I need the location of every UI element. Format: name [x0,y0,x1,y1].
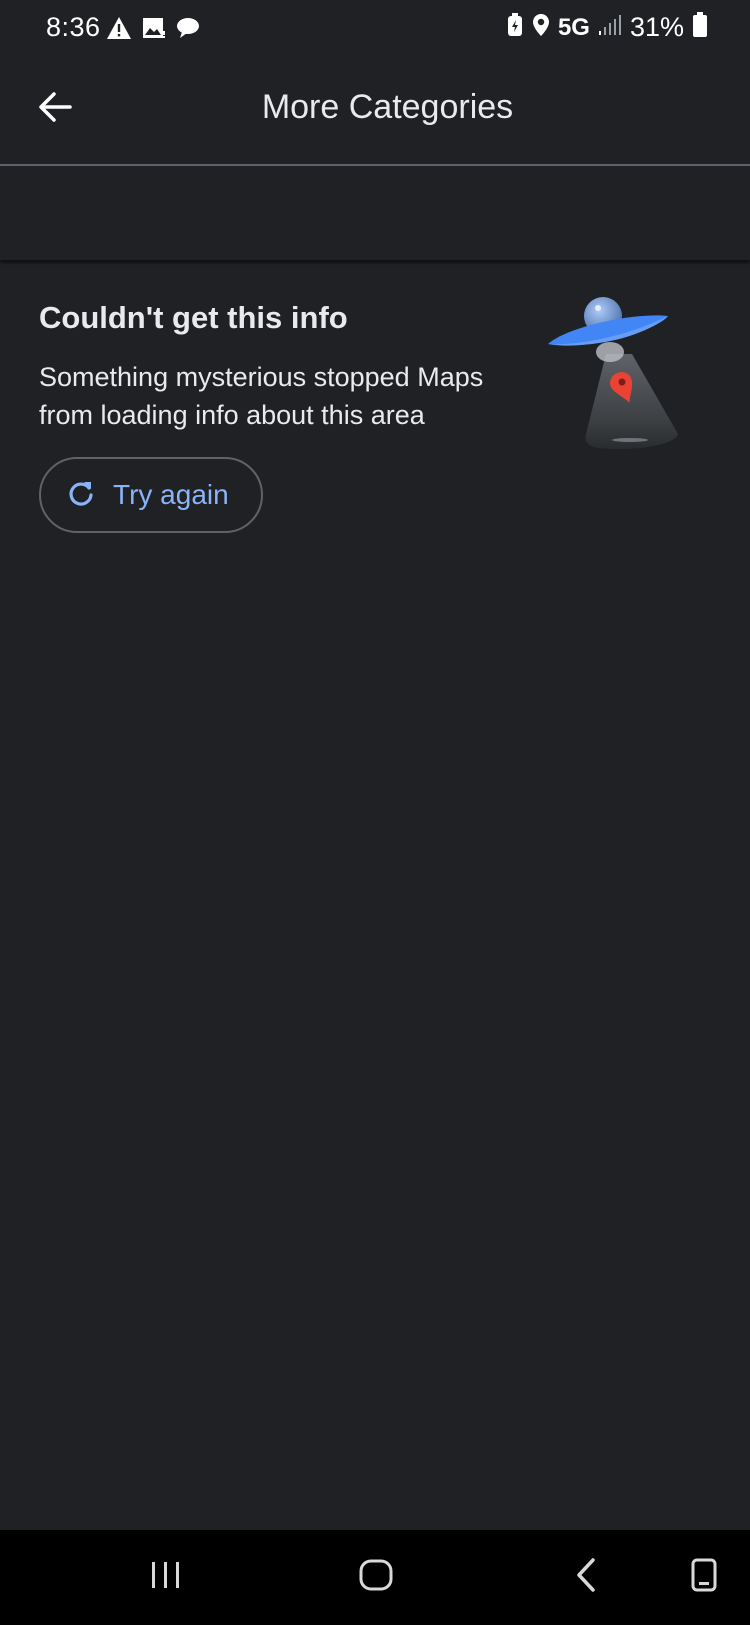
back-nav-button[interactable] [556,1552,616,1602]
refresh-icon [67,479,95,512]
warning-icon [106,16,132,45]
notification-icons [106,16,200,45]
battery-icon [692,12,708,43]
ufo-illustration [548,294,708,464]
try-again-button[interactable]: Try again [39,457,263,533]
system-nav-bar [0,1530,750,1625]
status-time: 8:36 [46,12,101,42]
location-icon [532,13,550,42]
back-icon [573,1557,599,1598]
status-indicators: 5G 31% [506,12,708,43]
error-heading: Couldn't get this info [39,300,348,335]
home-icon [358,1558,394,1597]
battery-saver-icon [506,13,524,42]
battery-percent: 31% [629,12,684,42]
recent-apps-icon [149,1559,183,1596]
status-bar: 8:36 5G 31% [0,0,750,58]
category-strip [0,166,750,260]
message-icon [176,17,200,44]
app-bar: More Categories [0,58,750,166]
try-again-label: Try again [113,479,229,510]
page-title: More Categories [261,88,514,126]
network-type: 5G [557,13,590,41]
error-message: Something mysterious stopped Maps from l… [39,362,484,430]
image-alert-icon [142,17,166,44]
screenshot-button[interactable] [674,1552,734,1602]
home-button[interactable] [346,1552,406,1602]
signal-icon [598,14,622,41]
recent-apps-button[interactable] [136,1552,196,1602]
screenshot-icon [690,1557,718,1598]
